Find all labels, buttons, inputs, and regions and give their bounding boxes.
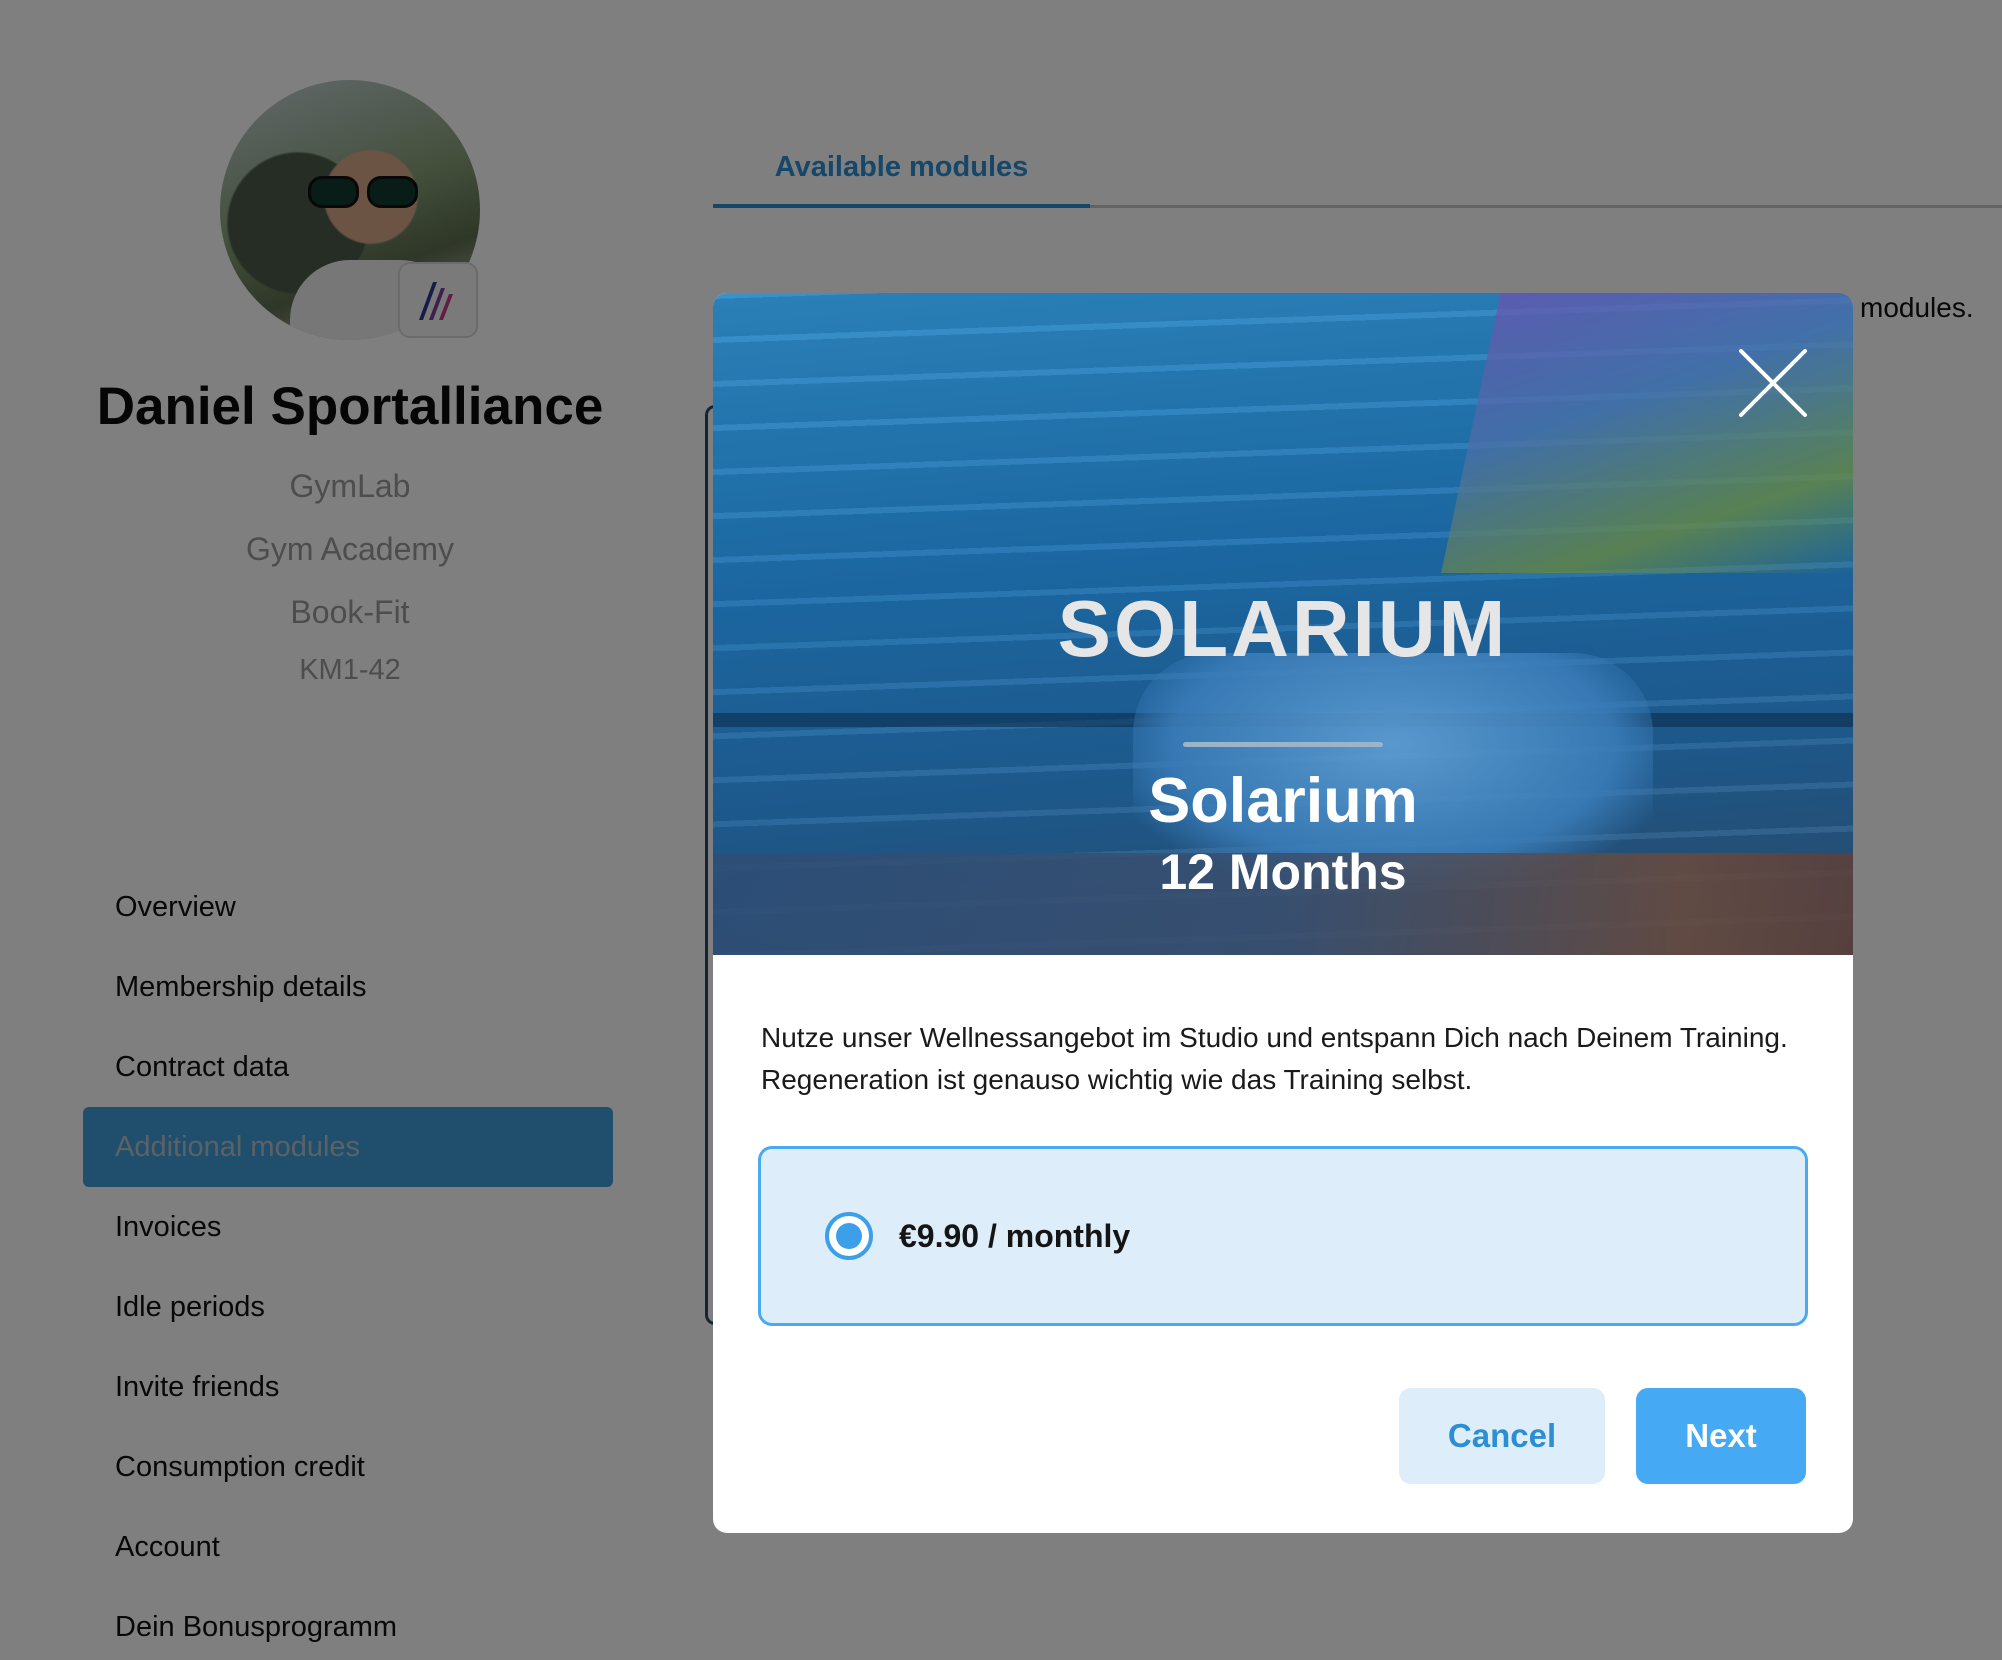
price-option-radio[interactable] [825,1212,873,1260]
close-button[interactable] [1735,345,1811,421]
hero-divider [1183,742,1383,747]
module-booking-dialog: SOLARIUM Solarium 12 Months Nutze unser … [713,293,1853,1533]
price-option[interactable]: €9.90 / monthly [758,1146,1808,1326]
next-button[interactable]: Next [1636,1388,1806,1484]
hero-logo-text: SOLARIUM [1057,584,1509,673]
cancel-button[interactable]: Cancel [1399,1388,1605,1484]
module-title: Solarium [1148,766,1418,836]
radio-selected-dot [836,1223,862,1249]
module-hero-image: SOLARIUM Solarium 12 Months [713,293,1853,955]
module-duration: 12 Months [1159,844,1407,900]
price-option-label: €9.90 / monthly [899,1217,1131,1254]
module-description: Nutze unser Wellnessangebot im Studio un… [761,1022,1788,1095]
close-icon [1739,349,1807,417]
